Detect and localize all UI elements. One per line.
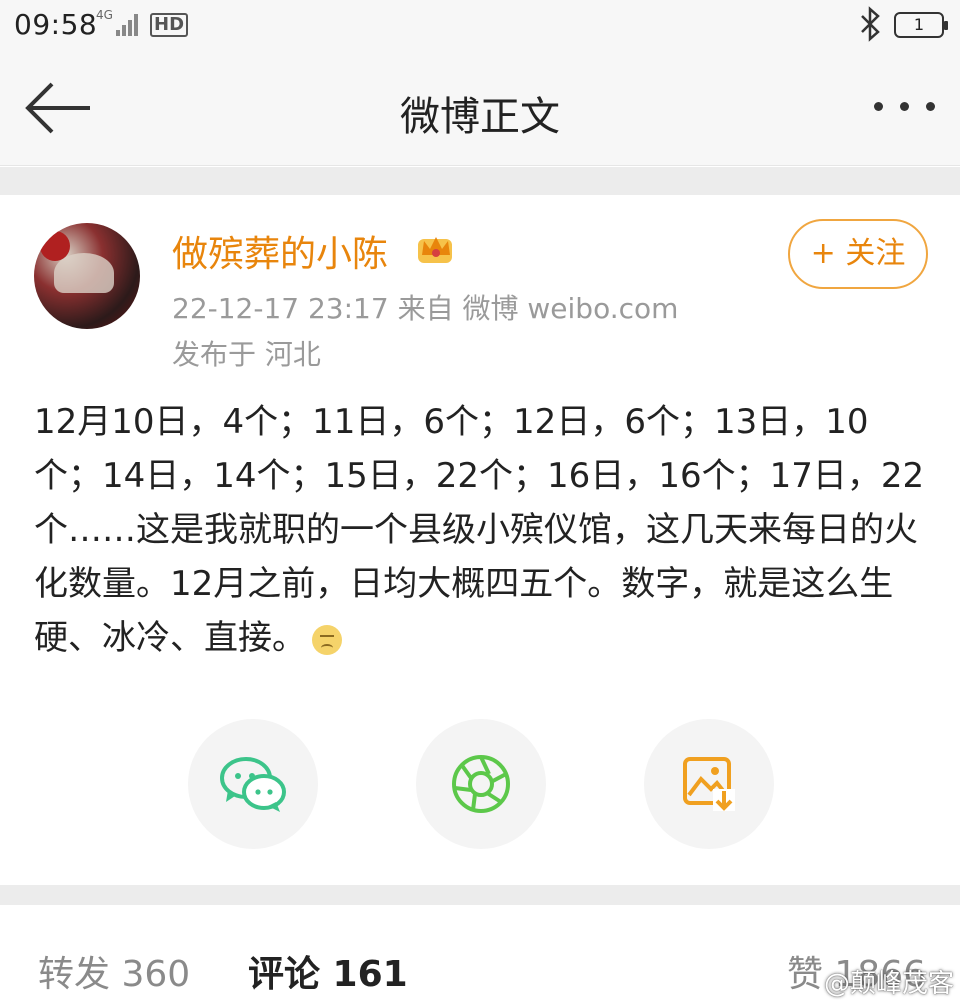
follow-button[interactable]: + 关注 bbox=[788, 219, 928, 289]
post-location: 发布于 河北 bbox=[172, 338, 321, 371]
page-title: 微博正文 bbox=[400, 94, 560, 140]
post-meta: 22-12-17 23:17 来自 微博 weibo.com bbox=[172, 292, 679, 325]
share-row bbox=[0, 715, 960, 855]
save-image-icon bbox=[683, 757, 735, 811]
watermark: @颠峰茂客 bbox=[823, 969, 954, 999]
interaction-tabs: 转发 360 评论 161 赞 1866 @颠峰茂客 bbox=[0, 905, 960, 999]
status-bar: 09:58 4G HD 1 bbox=[0, 0, 960, 56]
nav-bar: 微博正文 bbox=[0, 56, 960, 166]
tab-repost[interactable]: 转发 360 bbox=[38, 945, 190, 997]
share-moments-button[interactable] bbox=[416, 719, 546, 849]
section-divider bbox=[0, 167, 960, 195]
save-image-button[interactable] bbox=[644, 719, 774, 849]
bluetooth-icon bbox=[861, 6, 880, 42]
wechat-icon bbox=[220, 757, 286, 812]
moments-icon bbox=[452, 755, 510, 813]
crown-icon bbox=[418, 237, 452, 263]
username[interactable]: 做殡葬的小陈 bbox=[172, 225, 388, 277]
post-card: 做殡葬的小陈 22-12-17 23:17 来自 微博 weibo.com 发布… bbox=[0, 195, 960, 885]
sad-face-icon bbox=[312, 624, 342, 655]
avatar[interactable] bbox=[34, 223, 140, 329]
post-body: 12月10日，4个；11日，6个；12日，6个；13日，10个；14日，14个；… bbox=[34, 395, 934, 665]
more-dots-icon[interactable] bbox=[872, 96, 938, 116]
network-type: 4G bbox=[96, 8, 113, 22]
share-wechat-button[interactable] bbox=[188, 719, 318, 849]
battery-level: 1 bbox=[913, 15, 925, 34]
status-time: 09:58 bbox=[14, 8, 98, 41]
tab-comments[interactable]: 评论 161 bbox=[248, 945, 408, 997]
post-text: 12月10日，4个；11日，6个；12日，6个；13日，10个；14日，14个；… bbox=[34, 402, 925, 658]
battery-icon: 1 bbox=[894, 12, 948, 38]
hd-icon: HD bbox=[150, 13, 189, 37]
section-divider bbox=[0, 885, 960, 905]
signal-icon bbox=[116, 12, 140, 36]
